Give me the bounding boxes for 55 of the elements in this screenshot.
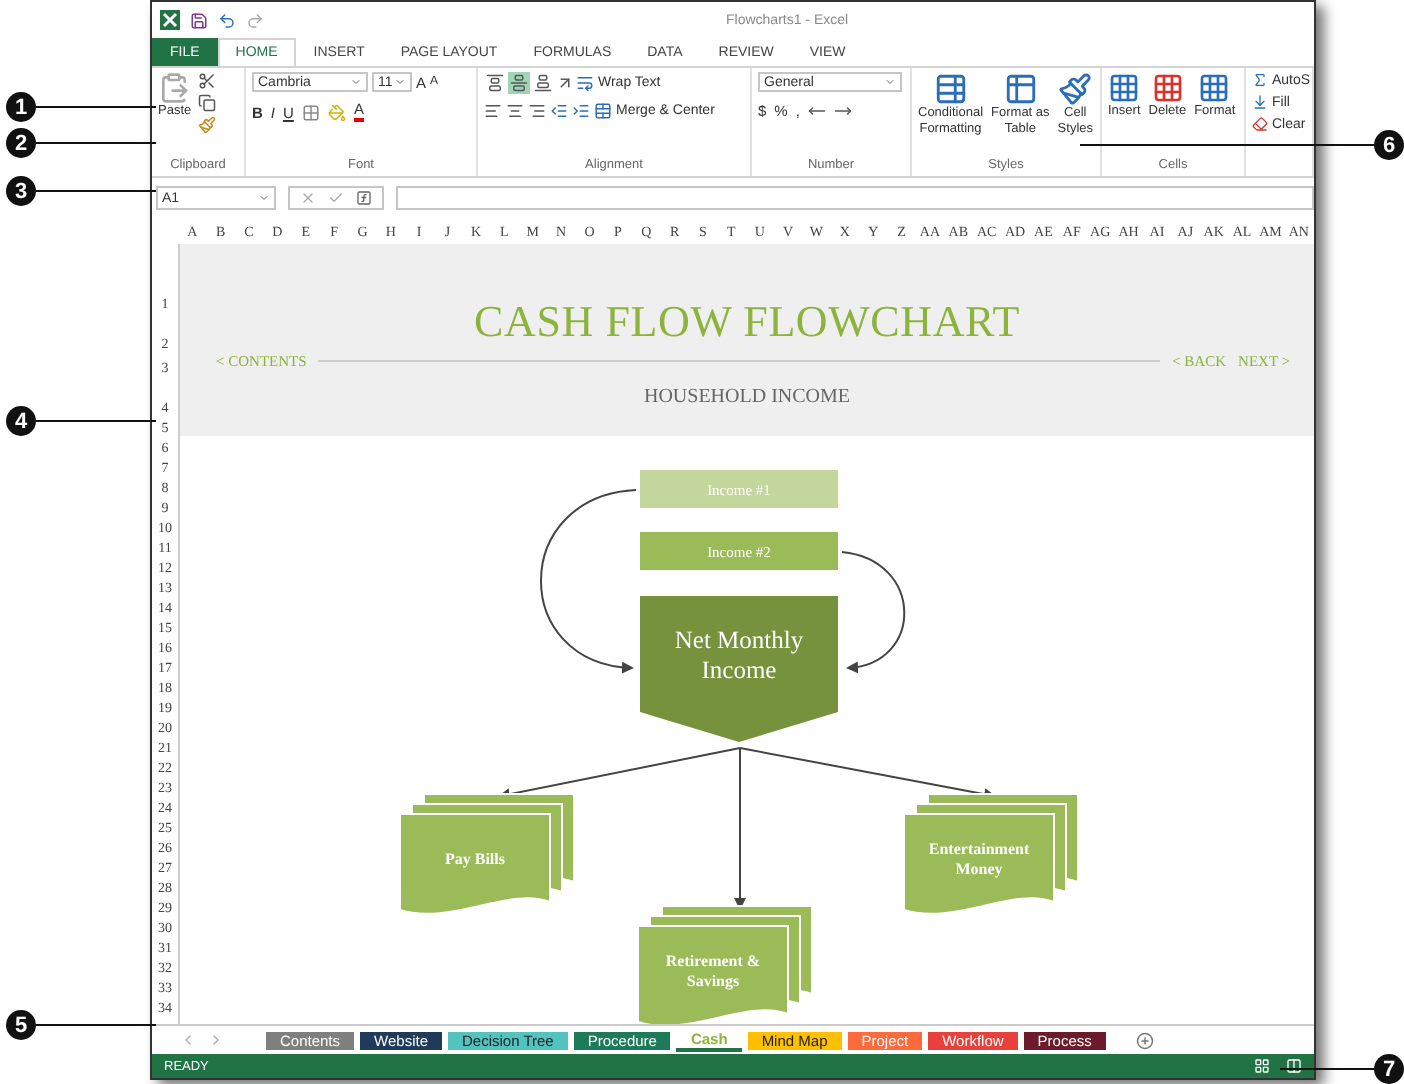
flow-box: Net Monthly Income — [640, 596, 838, 742]
leader-line — [1280, 1067, 1374, 1071]
eraser-icon — [1252, 116, 1268, 132]
table-icon — [933, 72, 968, 106]
align-icon — [510, 74, 528, 92]
align-center-icon[interactable] — [506, 102, 524, 120]
save-icon[interactable] — [190, 11, 208, 29]
page-layout-icon[interactable] — [1286, 1058, 1302, 1074]
fill-down-icon — [1252, 94, 1268, 110]
excel-logo-icon — [160, 10, 180, 30]
callout-number: 6 — [1374, 130, 1404, 160]
leader-line — [36, 189, 156, 193]
callout-number: 1 — [6, 92, 36, 122]
section-heading: HOUSEHOLD INCOME — [643, 386, 851, 408]
merge-cells-icon — [594, 102, 612, 120]
leader-line — [36, 141, 156, 145]
formula-input[interactable] — [396, 186, 1314, 210]
decrease-indent-icon[interactable] — [550, 102, 568, 120]
borders-icon[interactable] — [301, 103, 320, 121]
callout-number: 2 — [6, 128, 36, 158]
increase-decimal-icon[interactable] — [807, 102, 826, 120]
wrap-text-icon — [576, 74, 594, 92]
add-sheet-icon[interactable] — [1135, 1031, 1154, 1049]
callout-number: 7 — [1374, 1054, 1404, 1084]
insert-function-icon[interactable] — [356, 190, 372, 206]
align-icon — [534, 74, 552, 92]
decrease-decimal-icon[interactable] — [833, 102, 852, 120]
vertical-align-button[interactable] — [508, 72, 530, 94]
callout-number: 5 — [6, 1010, 36, 1040]
fill-color-icon[interactable] — [327, 103, 346, 121]
leader-line — [36, 1023, 156, 1027]
cut-icon[interactable] — [197, 72, 216, 90]
leader-line — [36, 419, 156, 423]
orientation-icon[interactable] — [556, 74, 574, 92]
connector-arrow — [841, 551, 906, 673]
grid-icon — [1198, 72, 1231, 104]
normal-view-icon[interactable] — [1254, 1058, 1270, 1074]
vertical-align-button[interactable] — [484, 72, 506, 94]
leader-line — [36, 105, 156, 109]
grid-icon — [1151, 72, 1184, 104]
align-icon — [486, 74, 504, 92]
vertical-align-button[interactable] — [532, 72, 554, 94]
sigma-icon — [1252, 72, 1268, 88]
callout-number: 4 — [6, 406, 36, 436]
clipboard-icon — [158, 72, 191, 104]
grid-icon — [1108, 72, 1141, 104]
callout-number: 3 — [6, 176, 36, 206]
increase-indent-icon[interactable] — [572, 102, 590, 120]
sheet-title: CASH FLOW FLOWCHART — [474, 296, 1020, 348]
copy-icon[interactable] — [197, 94, 216, 112]
align-right-icon[interactable] — [528, 102, 546, 120]
undo-icon[interactable] — [218, 11, 236, 29]
brush-icon — [1058, 72, 1093, 106]
align-left-icon[interactable] — [484, 102, 502, 120]
table-icon — [1003, 72, 1038, 106]
